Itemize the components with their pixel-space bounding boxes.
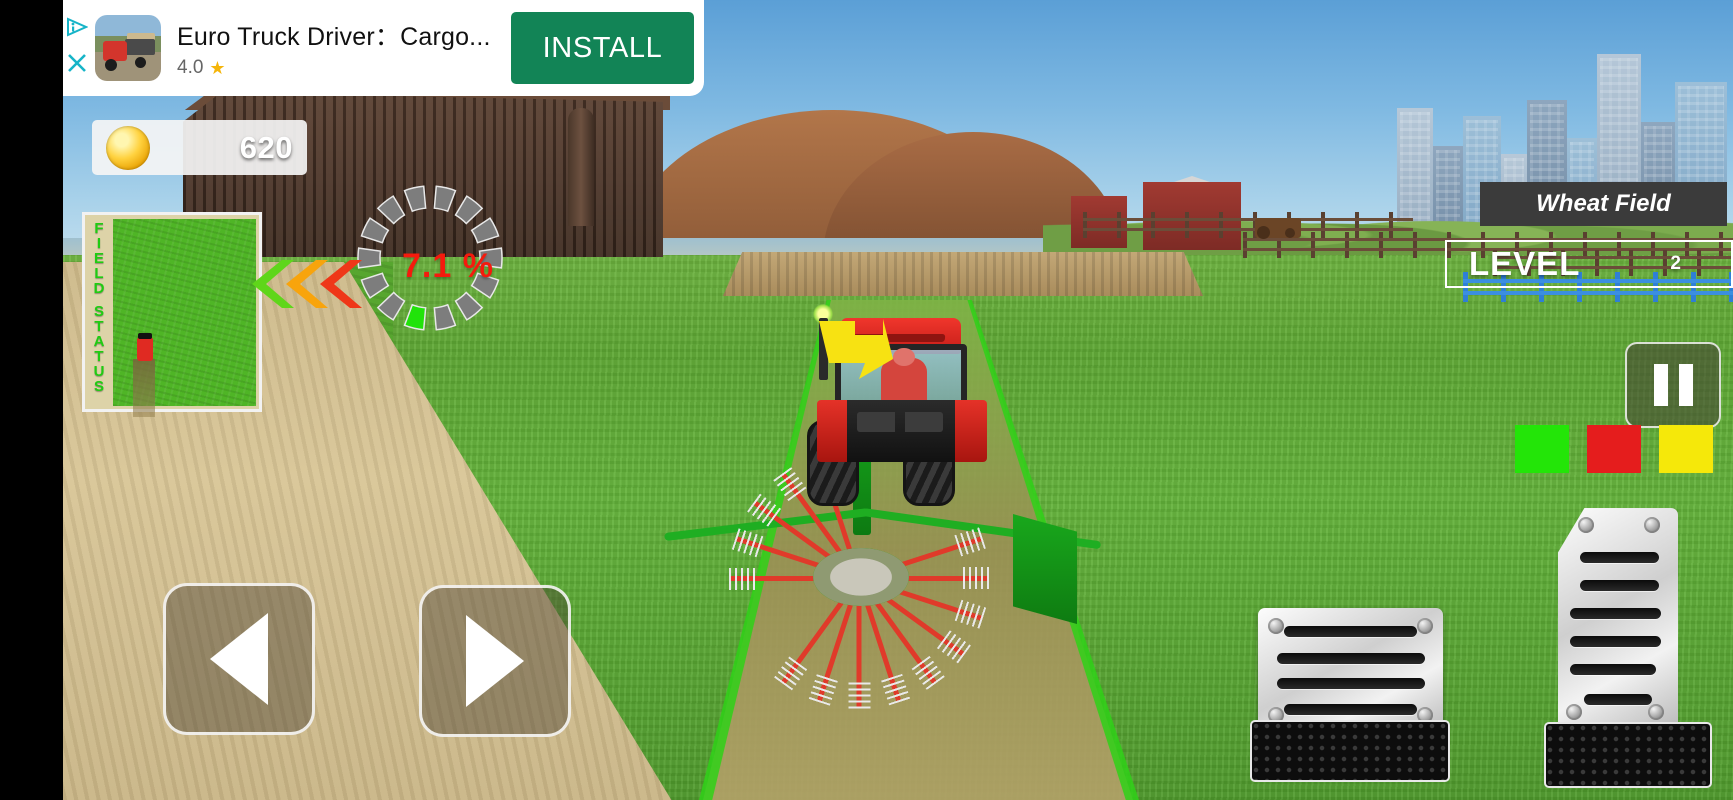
ad-text-block: Euro Truck Driver：Cargo... 4.0 ★: [161, 17, 511, 79]
brake-pedal-grip: [1250, 720, 1450, 782]
letterbox-left: [0, 0, 63, 800]
coin-value: 620: [239, 129, 293, 165]
minimap-tractor-marker: [137, 333, 153, 361]
pause-button[interactable]: [1625, 342, 1721, 428]
adchoices-icon[interactable]: [66, 17, 89, 42]
install-label: INSTALL: [542, 31, 663, 64]
app-thumbnail-truck: [95, 15, 161, 81]
close-icon[interactable]: [66, 52, 88, 79]
coin-counter: 620: [92, 120, 307, 175]
minimap-field: [113, 219, 256, 417]
direction-arrow-icon: [815, 315, 895, 385]
steer-left-button[interactable]: [163, 583, 315, 735]
ad-rating-row: 4.0 ★: [177, 57, 511, 79]
turn-indicator-chevrons: [248, 250, 388, 320]
pause-icon: [1653, 364, 1668, 406]
hud-overlay: 620 FIELD STATUS 7.1 % Wheat Field LEVEL…: [0, 0, 1733, 800]
progress-percent: 7.1 %: [402, 246, 494, 285]
steer-right-button[interactable]: [419, 585, 571, 737]
minimap-trail: [133, 359, 155, 417]
accelerator-pedal[interactable]: [1530, 508, 1712, 788]
field-name-label: Wheat Field: [1536, 190, 1671, 217]
game-screen: 620 FIELD STATUS 7.1 % Wheat Field LEVEL…: [0, 0, 1733, 800]
arrow-left-icon: [210, 613, 268, 705]
ad-rating-value: 4.0: [177, 57, 204, 78]
status-yellow-button[interactable]: [1659, 425, 1713, 473]
level-indicator: LEVEL 2: [1445, 240, 1733, 288]
accelerator-pedal-plate: [1558, 508, 1678, 730]
ad-banner[interactable]: Euro Truck Driver：Cargo... 4.0 ★ INSTALL: [63, 0, 704, 96]
status-green-button[interactable]: [1515, 425, 1569, 473]
ad-app-title: Euro Truck Driver：Cargo...: [177, 23, 491, 51]
status-red-button[interactable]: [1587, 425, 1641, 473]
brake-pedal-plate: [1258, 608, 1443, 733]
ad-side-controls: [63, 0, 89, 96]
coin-icon: [106, 125, 150, 170]
arrow-right-icon: [466, 615, 524, 707]
minimap-label: FIELD STATUS: [93, 220, 105, 395]
install-button[interactable]: INSTALL: [511, 12, 694, 84]
field-status-minimap: FIELD STATUS: [82, 212, 262, 417]
status-indicator-row: [1515, 425, 1713, 473]
pause-icon: [1678, 364, 1693, 406]
level-value: 2: [1670, 253, 1681, 274]
accelerator-pedal-grip: [1544, 722, 1712, 788]
chevron-red-icon: [316, 258, 362, 310]
field-name-badge: Wheat Field: [1480, 182, 1727, 226]
level-label: LEVEL: [1469, 245, 1581, 282]
brake-pedal[interactable]: [1250, 608, 1458, 783]
star-icon: ★: [209, 57, 226, 78]
